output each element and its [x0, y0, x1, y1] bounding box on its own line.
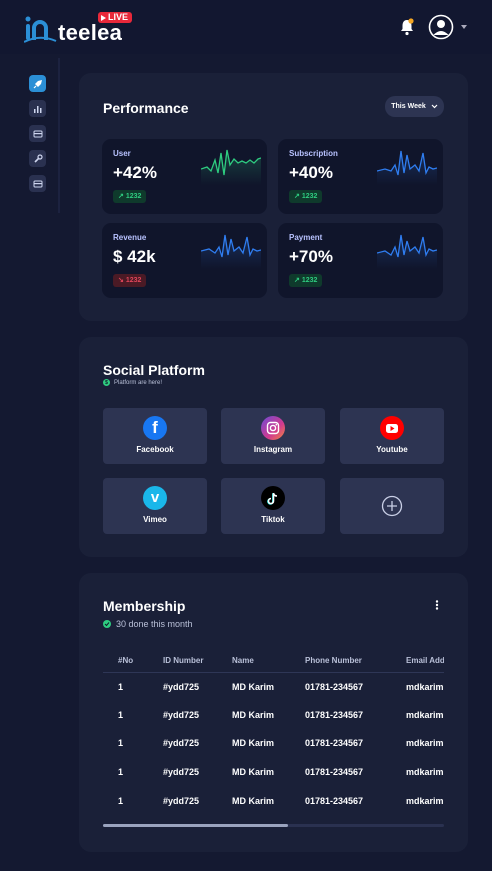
social-platform-card: Social Platform $ Platform are here! f F…	[79, 337, 468, 557]
card-icon	[33, 130, 42, 137]
column-header: Name	[232, 656, 305, 673]
membership-title: Membership	[103, 598, 186, 614]
dollar-icon: $	[103, 379, 110, 386]
column-header: Email Add	[406, 656, 444, 673]
column-header: ID Number	[163, 656, 232, 673]
table-row[interactable]: 1 #ydd725 MD Karim 01781-234567 mdkarim	[103, 758, 444, 787]
platform-label: Tiktok	[261, 515, 285, 524]
tiktok-icon	[261, 486, 285, 510]
sidebar-item-analytics[interactable]	[29, 100, 46, 117]
sidebar-item-rocket[interactable]	[29, 75, 46, 92]
vimeo-icon: v	[143, 486, 167, 510]
sidebar-rail	[58, 58, 60, 213]
add-platform-button[interactable]	[340, 478, 444, 534]
period-dropdown[interactable]: This Week	[385, 96, 444, 117]
plus-circle-icon	[381, 495, 403, 517]
rocket-icon	[33, 79, 42, 88]
column-header: Phone Number	[305, 656, 406, 673]
stat-label: User	[113, 149, 131, 158]
sparkline-chart	[377, 234, 437, 269]
bell-icon[interactable]	[399, 18, 415, 36]
caret-down-icon[interactable]	[461, 25, 467, 29]
sidebar-item-settings[interactable]	[29, 150, 46, 167]
stat-card-revenue[interactable]: Revenue $ 42k ↘ 1232	[102, 223, 267, 298]
instagram-icon	[261, 416, 285, 440]
membership-subtitle: 30 done this month	[103, 619, 193, 629]
stat-value: +70%	[289, 247, 333, 266]
top-bar: teelea LIVE	[0, 0, 492, 54]
stat-badge: ↘ 1232	[113, 274, 147, 287]
sparkline-chart	[201, 149, 261, 185]
platform-label: Facebook	[136, 445, 174, 454]
brand-name: teelea	[58, 20, 123, 45]
stat-card-payment[interactable]: Payment +70% ↗ 1232	[278, 223, 443, 298]
platform-label: Vimeo	[143, 515, 167, 524]
table-header-row: #No ID Number Name Phone Number Email Ad…	[103, 656, 444, 673]
stat-value: $ 42k	[113, 247, 156, 266]
card-icon	[33, 180, 42, 187]
stat-badge: ↗ 1232	[113, 190, 147, 203]
column-header: #No	[103, 656, 163, 673]
facebook-icon: f	[143, 416, 167, 440]
sparkline-chart	[377, 150, 437, 185]
platform-tiktok[interactable]: Tiktok	[221, 478, 325, 534]
scrollbar-thumb[interactable]	[103, 824, 288, 827]
membership-table: #No ID Number Name Phone Number Email Ad…	[103, 656, 444, 815]
stat-label: Revenue	[113, 233, 147, 242]
table-row[interactable]: 1 #ydd725 MD Karim 01781-234567 mdkarim	[103, 729, 444, 758]
chevron-down-icon	[431, 104, 438, 109]
table-row[interactable]: 1 #ydd725 MD Karim 01781-234567 mdkarim	[103, 786, 444, 815]
stat-label: Subscription	[289, 149, 338, 158]
stat-badge: ↗ 1232	[289, 274, 323, 287]
brand-logo[interactable]: teelea LIVE	[24, 12, 144, 45]
table-row[interactable]: 1 #ydd725 MD Karim 01781-234567 mdkarim	[103, 701, 444, 730]
wrench-icon	[33, 153, 43, 163]
platform-youtube[interactable]: Youtube	[340, 408, 444, 464]
platform-instagram[interactable]: Instagram	[221, 408, 325, 464]
performance-card: Performance This Week User +42% ↗ 1232 S…	[79, 73, 468, 321]
membership-card: Membership 30 done this month #No ID Num…	[79, 573, 468, 852]
check-circle-icon	[103, 620, 111, 628]
sidebar-item-payments[interactable]	[29, 175, 46, 192]
horizontal-scrollbar[interactable]	[103, 824, 444, 827]
platform-facebook[interactable]: f Facebook	[103, 408, 207, 464]
stat-card-subscription[interactable]: Subscription +40% ↗ 1232	[278, 139, 443, 214]
bar-chart-icon	[33, 105, 41, 113]
live-badge: LIVE	[98, 12, 133, 23]
user-avatar-icon[interactable]	[428, 14, 454, 40]
table-row[interactable]: 1 #ydd725 MD Karim 01781-234567 mdkarim	[103, 672, 444, 701]
social-title: Social Platform	[103, 362, 205, 378]
stat-card-user[interactable]: User +42% ↗ 1232	[102, 139, 267, 214]
more-vertical-icon[interactable]	[435, 600, 439, 610]
performance-title: Performance	[103, 100, 189, 116]
social-subtitle: $ Platform are here!	[103, 379, 162, 386]
youtube-icon	[380, 416, 404, 440]
platform-vimeo[interactable]: v Vimeo	[103, 478, 207, 534]
in-logo-icon	[24, 16, 57, 43]
sidebar-item-billing[interactable]	[29, 125, 46, 142]
stat-value: +42%	[113, 163, 157, 182]
sparkline-chart	[201, 234, 261, 269]
stat-label: Payment	[289, 233, 323, 242]
platform-label: Youtube	[376, 445, 408, 454]
stat-value: +40%	[289, 163, 333, 182]
platform-label: Instagram	[253, 445, 293, 454]
play-icon	[101, 14, 106, 21]
stat-badge: ↗ 1232	[289, 190, 323, 203]
